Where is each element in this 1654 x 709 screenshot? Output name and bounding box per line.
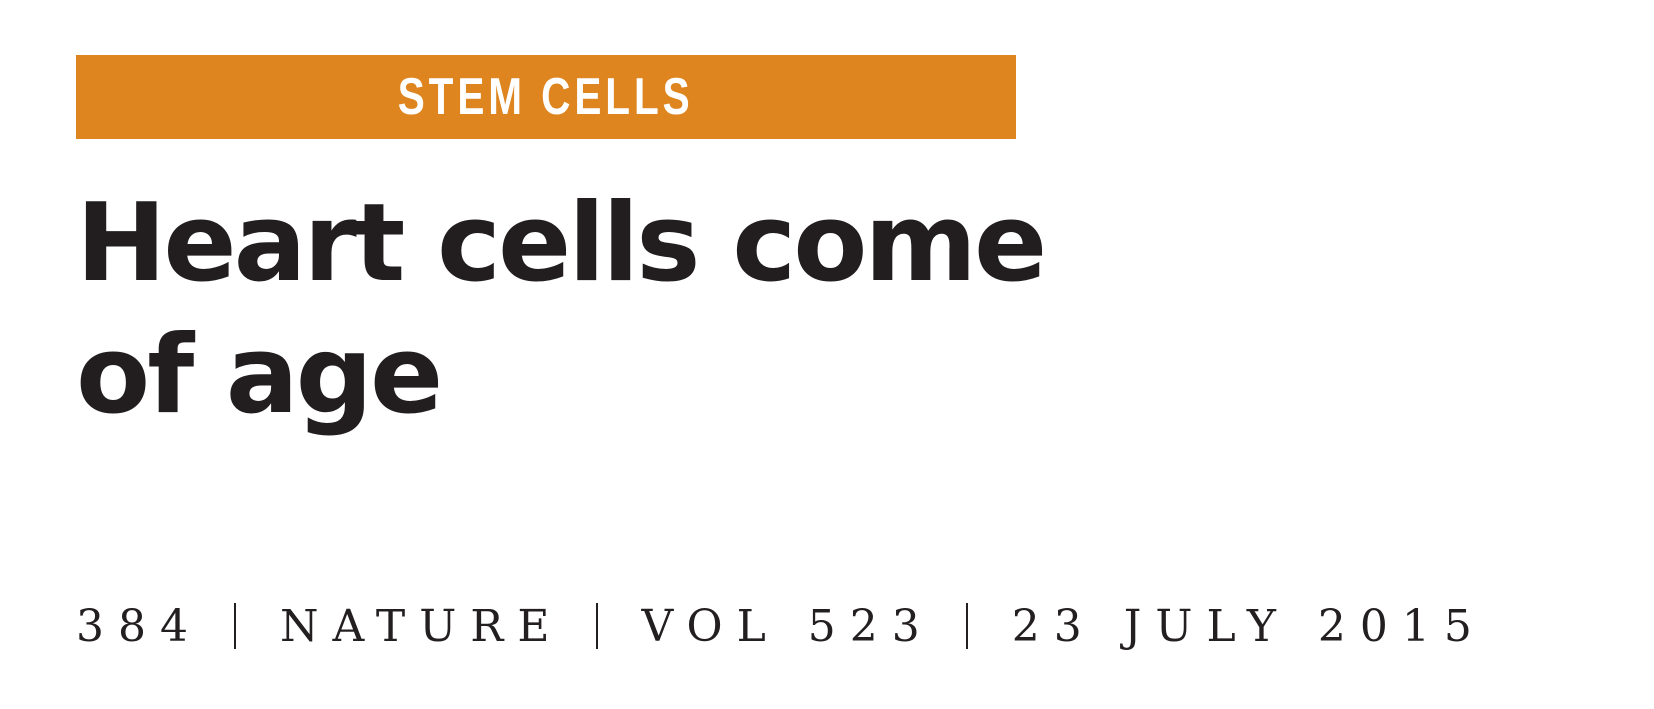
headline-line-2: of age <box>76 313 443 438</box>
article-headline: Heart cells come of age <box>76 178 1176 442</box>
footer-divider <box>595 603 598 649</box>
issue-date: 23 JULY 2015 <box>1011 600 1486 652</box>
page-footer: 384 NATURE VOL 523 23 JULY 2015 <box>76 596 1486 656</box>
section-banner: STEM CELLS <box>76 55 1016 139</box>
footer-divider <box>965 603 968 649</box>
footer-divider <box>233 603 236 649</box>
headline-line-1: Heart cells come <box>76 181 1047 306</box>
page-number: 384 <box>76 600 202 652</box>
volume-number: VOL 523 <box>641 600 934 652</box>
section-label: STEM CELLS <box>398 68 694 126</box>
journal-name: NATURE <box>279 600 564 652</box>
